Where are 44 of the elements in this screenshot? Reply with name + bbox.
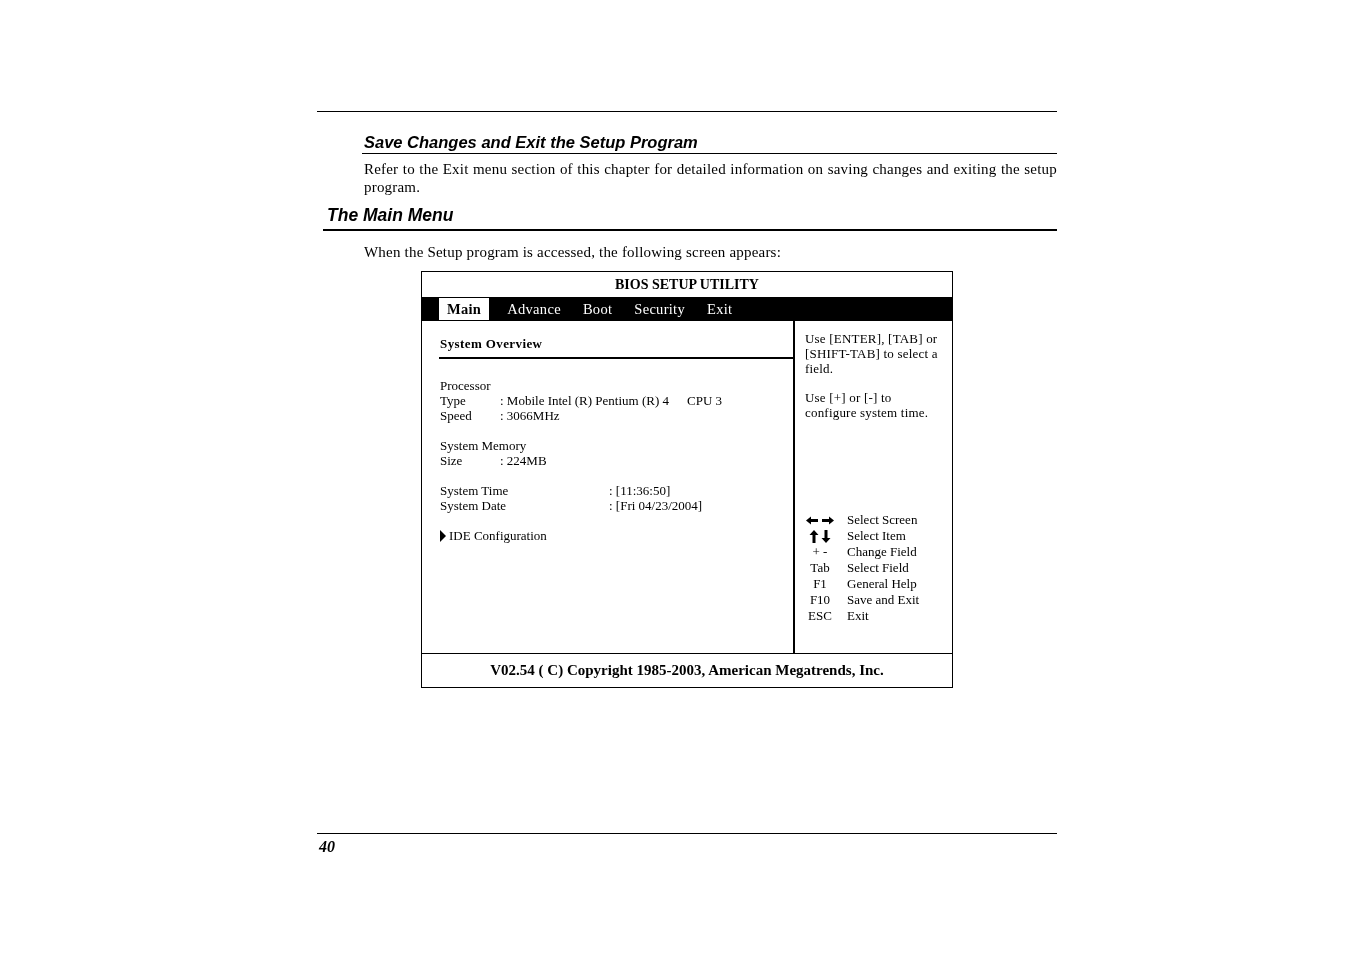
field-label: Type [440,393,467,408]
key-label: + - [812,544,828,560]
chapter-heading: The Main Menu [323,203,1057,231]
triangle-icon [440,529,446,542]
section-heading: Save Changes and Exit the Setup Program [362,132,1057,154]
key-label: F10 [809,592,831,608]
up-down-arrows-icon [809,529,831,543]
key-label: F1 [813,576,827,592]
page-number: 40 [318,838,336,856]
menu-tab[interactable]: Advance [499,298,569,320]
field-value: CPU 3 [687,393,723,408]
key-description: Change Field [847,544,918,560]
field-value: : 3066MHz [500,408,560,423]
copyright-text: V02.54 ( C) Copyright 1985-2003, American Megatrends, Inc. [489,661,885,680]
group-label: System Memory [440,438,528,453]
section-title: System Overview [439,335,544,352]
key-label: ESC [808,608,832,624]
field-label: Speed [440,408,473,423]
field-label: System Date [440,498,508,513]
group-label: Processor [440,378,492,393]
field-value[interactable]: : [Fri 04/23/2004] [609,498,703,513]
menu-tab[interactable]: Main [439,298,490,320]
paragraph: Refer to the Exit menu section of this chapter for detailed information on saving changes and exiting the setup program. [364,160,1057,196]
key-description: Select Item [847,528,907,544]
menu-tab[interactable]: Security [626,298,693,320]
key-label: Tab [810,560,830,576]
menu-tab[interactable]: Exit [699,298,741,320]
help-text: Use [+] or [-] to configure system time. [805,390,930,420]
field-label: System Time [440,483,510,498]
field-label: Size [440,453,464,468]
screen-title: BIOS SETUP UTILITY [614,276,760,294]
left-right-arrows-icon [806,515,834,525]
paragraph: When the Setup program is accessed, the following screen appears: [364,243,783,261]
field-value: : 224MB [500,453,547,468]
key-description: Select Field [847,560,910,576]
menu-tab[interactable]: Boot [574,298,621,320]
key-description: General Help [847,576,918,592]
field-value[interactable]: : [11:36:50] [609,483,671,498]
key-description: Exit [847,608,870,624]
help-text: Use [ENTER], [TAB] or [SHIFT-TAB] to select a field. [805,331,939,376]
key-description: Select Screen [847,512,919,528]
field-value: : Mobile Intel (R) Pentium (R) 4 [500,393,669,408]
key-description: Save and Exit [847,592,921,608]
submenu-item[interactable]: IDE Configuration [449,528,547,543]
